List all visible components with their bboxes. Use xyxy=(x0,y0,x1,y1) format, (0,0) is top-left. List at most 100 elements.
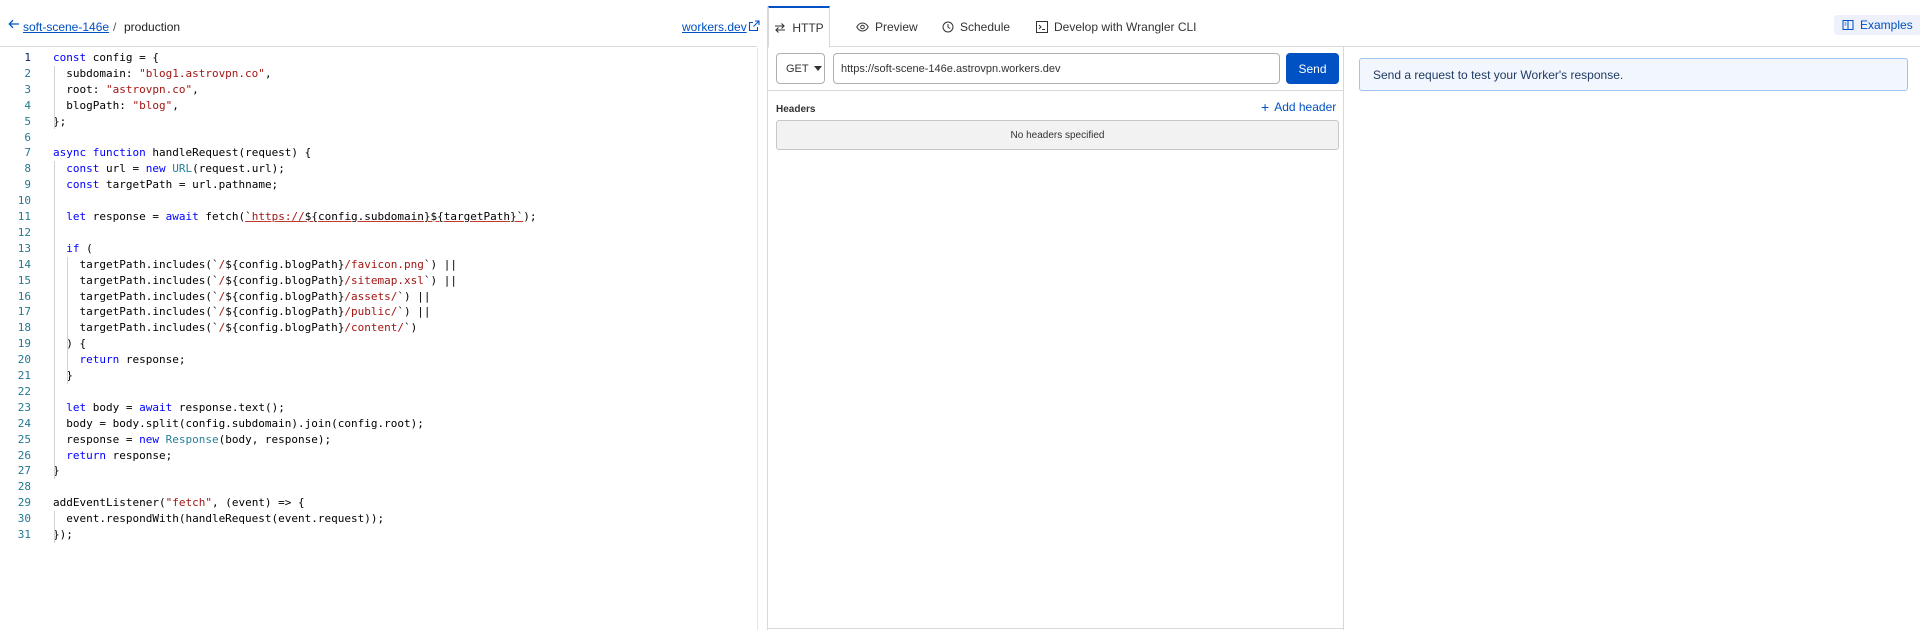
code-line[interactable]: 26 return response; xyxy=(0,448,757,464)
code-line[interactable]: 30 event.respondWith(handleRequest(event… xyxy=(0,511,757,527)
code-line[interactable]: 10 xyxy=(0,193,757,209)
line-number: 19 xyxy=(17,337,31,351)
line-number: 21 xyxy=(17,369,31,382)
method-value: GET xyxy=(786,62,809,75)
code-line[interactable]: 7 async function handleRequest(request) { xyxy=(0,145,757,161)
url-input[interactable] xyxy=(833,53,1280,84)
workers-dev-link[interactable]: workers.dev xyxy=(682,20,747,34)
editor-pane: soft-scene-146e / production workers.dev… xyxy=(0,6,760,630)
code-text: blogPath: "blog", xyxy=(53,98,179,112)
request-separator xyxy=(768,90,1343,91)
headers-label: Headers xyxy=(776,104,816,115)
line-number: 29 xyxy=(17,496,31,510)
code-line[interactable]: 18 targetPath.includes(`/${config.blogPa… xyxy=(0,320,757,336)
code-line[interactable]: 16 targetPath.includes(`/${config.blogPa… xyxy=(0,289,757,305)
code-line[interactable]: 2 subdomain: "blog1.astrovpn.co", xyxy=(0,66,757,82)
code-text: event.respondWith(handleRequest(event.re… xyxy=(53,512,385,526)
line-number: 2 xyxy=(24,66,31,80)
code-text: addEventListener("fetch", (event) => { xyxy=(53,496,305,510)
plus-icon: + xyxy=(1261,99,1270,115)
code-line[interactable]: 5}; xyxy=(0,114,757,130)
eye-icon xyxy=(856,21,869,32)
code-line[interactable]: 25 response = new Response(body, respons… xyxy=(0,432,757,448)
code-line[interactable]: 8 const url = new URL(request.url); xyxy=(0,161,757,177)
line-number: 13 xyxy=(17,241,31,255)
line-number: 24 xyxy=(17,416,31,430)
add-header-label: Add header xyxy=(1274,100,1337,114)
headers-list: No headers specified xyxy=(776,120,1339,150)
line-number: 10 xyxy=(17,194,31,208)
code-editor[interactable]: 1 const config = {2 subdomain: "blog1.ast… xyxy=(0,50,757,630)
script-name-link[interactable]: soft-scene-146e xyxy=(23,20,109,34)
code-text: targetPath.includes(`/${config.blogPath}… xyxy=(53,305,431,319)
code-line[interactable]: 14 targetPath.includes(`/${config.blogPa… xyxy=(0,257,757,273)
code-line[interactable]: 3 root: "astrovpn.co", xyxy=(0,82,757,98)
response-pane: Send a request to test your Worker's res… xyxy=(1345,47,1920,630)
line-number: 26 xyxy=(17,448,31,462)
method-select[interactable]: GET xyxy=(776,53,825,84)
line-number: 31 xyxy=(17,528,31,541)
tab-preview[interactable]: Preview xyxy=(856,6,918,47)
code-line[interactable]: 6 xyxy=(0,130,757,146)
code-line[interactable]: 17 targetPath.includes(`/${config.blogPa… xyxy=(0,304,757,320)
code-line[interactable]: 31}); xyxy=(0,527,757,543)
line-number: 27 xyxy=(17,464,31,478)
external-link-icon[interactable] xyxy=(748,19,760,32)
indent-guide xyxy=(54,161,55,480)
code-text: response = new Response(body, response); xyxy=(53,432,332,446)
line-number: 11 xyxy=(17,210,31,223)
code-line[interactable]: 11 let response = await fetch(`https://$… xyxy=(0,209,757,225)
code-line[interactable]: 22 xyxy=(0,384,757,400)
code-line[interactable]: 13 if ( xyxy=(0,241,757,257)
code-text: async function handleRequest(request) { xyxy=(53,146,312,160)
code-line[interactable]: 1 const config = { xyxy=(0,50,757,66)
code-line[interactable]: 15 targetPath.includes(`/${config.blogPa… xyxy=(0,273,757,289)
code-line[interactable]: 27} xyxy=(0,463,757,479)
no-headers-text: No headers specified xyxy=(1010,129,1105,141)
code-text: subdomain: "blog1.astrovpn.co", xyxy=(53,66,272,80)
examples-button[interactable]: Examples xyxy=(1834,15,1920,35)
code-line[interactable]: 9 const targetPath = url.pathname; xyxy=(0,177,757,193)
line-number: 3 xyxy=(24,82,31,96)
line-number: 23 xyxy=(17,400,31,414)
tab-http[interactable]: HTTP xyxy=(768,6,830,48)
arrow-left-icon[interactable] xyxy=(8,18,20,33)
tab-label: Preview xyxy=(875,19,918,34)
indent-guide xyxy=(67,352,68,384)
code-text: const config = { xyxy=(53,51,159,64)
clock-icon xyxy=(942,21,954,32)
tab-schedule[interactable]: Schedule xyxy=(942,6,1010,47)
tab-label: Schedule xyxy=(960,19,1011,34)
code-text: targetPath.includes(`/${config.blogPath}… xyxy=(53,321,418,335)
add-header-button[interactable]: + Add header xyxy=(1261,99,1336,115)
editor-scroll-edge xyxy=(757,48,758,630)
code-line[interactable]: 28 xyxy=(0,479,757,495)
line-number: 16 xyxy=(17,289,31,303)
line-number: 8 xyxy=(24,162,31,176)
line-number: 17 xyxy=(17,305,31,319)
line-number: 22 xyxy=(17,384,31,398)
code-line[interactable]: 4 blogPath: "blog", xyxy=(0,98,757,114)
breadcrumb-separator: / xyxy=(113,20,117,34)
line-number: 5 xyxy=(24,114,31,128)
code-line[interactable]: 20 return response; xyxy=(0,352,757,368)
code-text: let body = await response.text(); xyxy=(66,400,285,414)
response-message: Send a request to test your Worker's res… xyxy=(1373,67,1624,82)
code-text: const targetPath = url.pathname; xyxy=(66,178,279,192)
tab-wrangler-cli[interactable]: Develop with Wrangler CLI xyxy=(1036,6,1197,47)
code-text: } xyxy=(53,369,73,382)
code-text: body = body.split(config.subdomain).join… xyxy=(53,416,424,430)
line-number: 4 xyxy=(24,98,31,112)
code-text: if ( xyxy=(66,241,93,255)
code-line[interactable]: 24 body = body.split(config.subdomain).j… xyxy=(0,416,757,432)
code-text: targetPath.includes(`/${config.blogPath}… xyxy=(53,273,458,287)
send-button[interactable]: Send xyxy=(1286,53,1339,84)
indent-guide xyxy=(54,511,55,543)
code-line[interactable]: 23 let body = await response.text(); xyxy=(0,400,757,416)
code-line[interactable]: 29 addEventListener("fetch", (event) => { xyxy=(0,495,757,511)
tester-tabbar: HTTP Preview Schedule Develop with Wrang… xyxy=(768,6,1920,48)
code-line[interactable]: 19 ) { xyxy=(0,336,757,352)
code-line[interactable]: 21 } xyxy=(0,368,757,384)
code-line[interactable]: 12 xyxy=(0,225,757,241)
examples-label: Examples xyxy=(1860,18,1913,32)
